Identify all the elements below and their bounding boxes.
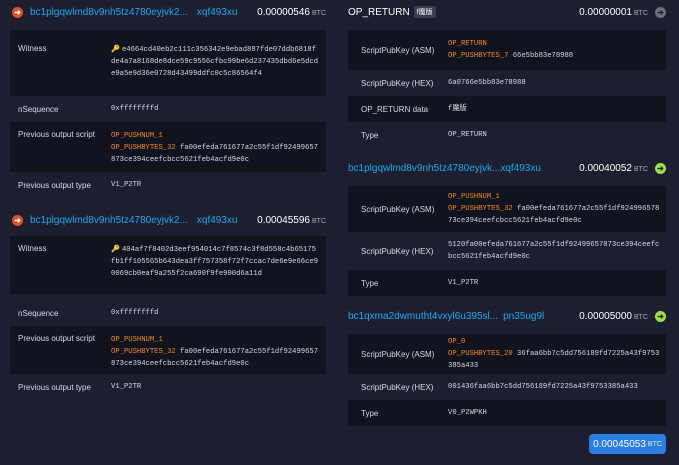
output-header: bc1qxma2dwmutht4vxyl6u395sl... pn35ug9l 0… [348, 304, 666, 328]
hex-row: ScriptPubKey (HEX) 5120fa00efeda761677a2… [348, 232, 666, 270]
input-header: ➜ bc1plgqwlmd8v9nh5tz4780eyjvk2... xqf493… [10, 0, 326, 24]
prev-script-label: Previous output script [18, 130, 95, 139]
type-label: Type [361, 130, 379, 140]
input-arrow-icon[interactable]: ➜ [12, 6, 23, 18]
input-header: ➜ bc1plgqwlmd8v9nh5tz4780eyjvk2... xqf493… [10, 208, 326, 232]
type-value: V1_P2TR [448, 279, 479, 287]
prev-script-row: Previous output script OP_PUSHNUM_1 OP_PU… [10, 122, 326, 172]
key-icon: 🔑 [111, 46, 120, 54]
asm-row: ScriptPubKey (ASM) OP_RETURN OP_PUSHBYTES… [348, 30, 666, 70]
witness-value: 🔑 404af7f8402d3eef954014c7f8574c3f8d558c4… [111, 246, 319, 278]
prev-type-label: Previous output type [18, 180, 91, 190]
input-amount: 0.00045596 BTC [257, 214, 326, 226]
prev-type-row: Previous output type V1_P2TR [10, 374, 326, 400]
asm-label: ScriptPubKey (ASM) [361, 204, 435, 214]
hex-value: 5120fa00efeda761677a2c55f1df92499657873c… [448, 241, 660, 261]
op-return-data-value: f魔版 [448, 105, 467, 113]
asm-label: ScriptPubKey (ASM) [361, 45, 435, 55]
witness-label: Witness [18, 244, 47, 253]
type-row: Type OP_RETURN [348, 122, 666, 148]
type-label: Type [361, 278, 379, 288]
nsequence-row: nSequence 0xffffffffd [10, 96, 326, 122]
key-icon: 🔑 [111, 246, 120, 254]
type-value: V0_P2WPKH [448, 409, 487, 417]
asm-value: OP_RETURN OP_PUSHBYTES_7 66e5bb83e78988 [448, 40, 574, 60]
prev-script-label: Previous output script [18, 334, 95, 343]
asm-value: OP_0 OP_PUSHBYTES_20 36faa6bb7c5dd756189f… [448, 338, 660, 370]
nsequence-value: 0xffffffffd [111, 105, 159, 113]
witness-row: Witness 🔑 404af7f8402d3eef954014c7f8574c3… [10, 236, 326, 294]
prev-script-value: OP_PUSHNUM_1 OP_PUSHBYTES_32 fa00efeda761… [111, 132, 319, 164]
inputs-column: ➜ bc1plgqwlmd8v9nh5tz4780eyjvk2... xqf493… [10, 0, 326, 400]
input-amount: 0.00000546 BTC [257, 6, 326, 18]
type-row: Type V1_P2TR [348, 270, 666, 296]
input-arrow-icon[interactable]: ➜ [12, 214, 23, 226]
total-amount-button[interactable]: 0.00045053 BTC [589, 434, 666, 454]
output-arrow-icon[interactable]: ➜ [655, 162, 666, 174]
output-address-link[interactable]: bc1qxma2dwmutht4vxyl6u395sl... pn35ug9l [348, 311, 544, 322]
input-address-link[interactable]: bc1plgqwlmd8v9nh5tz4780eyjvk2... xqf493xu [30, 7, 237, 18]
output-arrow-icon[interactable]: ➜ [655, 310, 666, 322]
input-address-link[interactable]: bc1plgqwlmd8v9nh5tz4780eyjvk2... xqf493xu [30, 215, 237, 226]
output-arrow-icon: ➜ [655, 6, 666, 18]
total-unit: BTC [647, 440, 662, 448]
prev-type-row: Previous output type V1_P2TR [10, 172, 326, 198]
type-row: Type V0_P2WPKH [348, 400, 666, 426]
witness-value: 🔑 e4664cd40eb2c111c356342e9ebad887fde07dd… [111, 46, 319, 78]
prev-type-value: V1_P2TR [111, 181, 142, 189]
prev-type-label: Previous output type [18, 382, 91, 392]
op-return-title: OP_RETURN [348, 6, 410, 18]
prev-script-value: OP_PUSHNUM_1 OP_PUSHBYTES_32 fa00efeda761… [111, 336, 319, 368]
hex-label: ScriptPubKey (HEX) [361, 78, 434, 88]
asm-label: ScriptPubKey (ASM) [361, 349, 435, 359]
output-amount: 0.00000001 BTC [579, 6, 648, 18]
op-return-data-row: OP_RETURN data f魔版 [348, 96, 666, 122]
witness-label: Witness [18, 44, 47, 53]
total-amount: 0.00045053 [593, 438, 646, 450]
type-value: OP_RETURN [448, 131, 487, 139]
hex-value: 001436faa6bb7c5dd756189fd7225a43f9753385… [448, 383, 638, 391]
output-amount: 0.00040052 BTC [579, 162, 648, 174]
hex-value: 6a0766e5bb83e78988 [448, 79, 526, 87]
witness-row: Witness 🔑 e4664cd40eb2c111c356342e9ebad88… [10, 30, 326, 96]
prev-script-row: Previous output script OP_PUSHNUM_1 OP_PU… [10, 326, 326, 374]
op-return-data-label: OP_RETURN data [361, 104, 429, 114]
output-address-link[interactable]: bc1plgqwlmd8v9nh5tz4780eyjvk...xqf493xu [348, 163, 541, 174]
outputs-column: OP_RETURN f魔版 0.00000001 BTC ➜ ScriptPubK… [348, 0, 666, 426]
asm-value: OP_PUSHNUM_1 OP_PUSHBYTES_32 fa00efeda761… [448, 193, 660, 225]
nsequence-label: nSequence [18, 308, 59, 318]
asm-row: ScriptPubKey (ASM) OP_0 OP_PUSHBYTES_20 3… [348, 334, 666, 374]
hex-label: ScriptPubKey (HEX) [361, 382, 434, 392]
type-label: Type [361, 408, 379, 418]
nsequence-row: nSequence 0xffffffffd [10, 300, 326, 326]
hex-label: ScriptPubKey (HEX) [361, 246, 434, 256]
op-return-badge: f魔版 [413, 6, 436, 18]
output-header: bc1plgqwlmd8v9nh5tz4780eyjvk...xqf493xu … [348, 156, 666, 180]
hex-row: ScriptPubKey (HEX) 001436faa6bb7c5dd7561… [348, 374, 666, 400]
asm-row: ScriptPubKey (ASM) OP_PUSHNUM_1 OP_PUSHBY… [348, 186, 666, 232]
output-header: OP_RETURN f魔版 0.00000001 BTC ➜ [348, 0, 666, 24]
prev-type-value: V1_P2TR [111, 383, 142, 391]
hex-row: ScriptPubKey (HEX) 6a0766e5bb83e78988 [348, 70, 666, 96]
nsequence-label: nSequence [18, 104, 59, 114]
output-amount: 0.00005000 BTC [579, 310, 648, 322]
nsequence-value: 0xffffffffd [111, 309, 159, 317]
